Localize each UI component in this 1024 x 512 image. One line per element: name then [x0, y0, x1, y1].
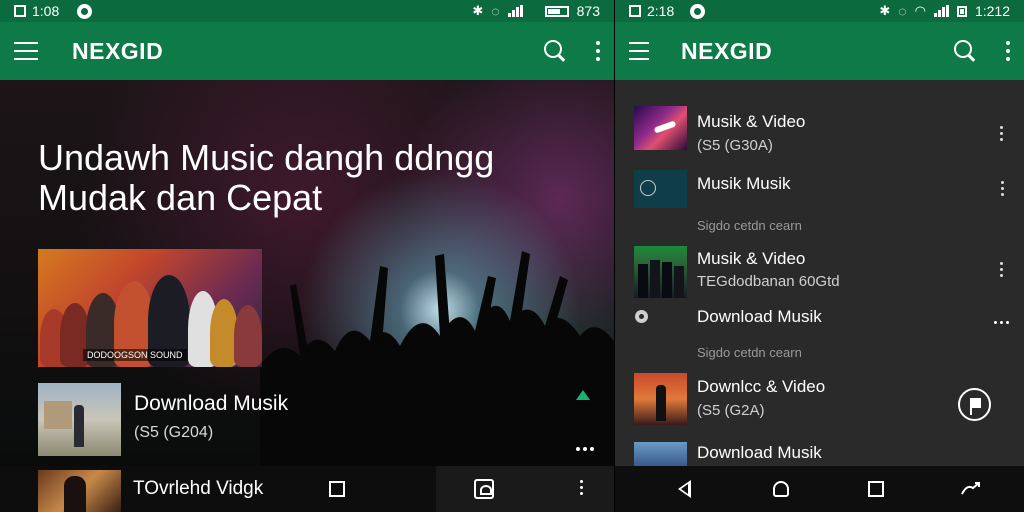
arrow-up-icon[interactable] [576, 390, 590, 400]
battery-level: 1:212 [974, 3, 1010, 19]
app-bar: NEXGID [0, 22, 614, 80]
bluetooth-icon: ✱ [472, 3, 484, 18]
bottom-bar: TOvrlehd Vidgk [0, 466, 614, 512]
row-subtitle: (S5 (G204) [134, 424, 214, 441]
list-item-title[interactable]: Musik Musik [697, 174, 791, 194]
home-icon[interactable] [773, 481, 789, 497]
list-item-subtitle: (S5 (G2A) [697, 402, 765, 419]
navigation-bar [615, 466, 1024, 512]
brand-logo: NEXGID [72, 37, 164, 64]
row-title[interactable]: Download Musik [134, 392, 288, 416]
status-bar: 1:08 ✱ ◌ 873 [0, 0, 614, 22]
video-thumbnail[interactable] [38, 470, 121, 512]
more-horiz-icon[interactable] [994, 321, 1009, 324]
video-thumbnail[interactable] [38, 383, 121, 456]
featured-video-thumbnail[interactable]: DODOOGSON SOUND [38, 249, 262, 367]
back-icon[interactable] [678, 480, 691, 498]
alarm-icon: ◌ [898, 3, 907, 19]
battery-level: 873 [576, 3, 600, 19]
more-vert-icon[interactable] [1006, 41, 1010, 61]
right-screen: 2:18 ✱ ◌ ◠ 1:212 NEXGID Musik & Video (S… [615, 0, 1024, 512]
notification-icon [629, 5, 641, 17]
list-item-meta: Sigdo cetdn cearn [697, 345, 802, 360]
left-screen: 1:08 ✱ ◌ 873 NEXGID Undawh Music dangh d… [0, 0, 614, 512]
list-item-meta: Sigdo cetdn cearn [697, 218, 802, 233]
share-icon[interactable] [961, 482, 981, 496]
menu-icon[interactable] [629, 42, 649, 60]
more-vert-icon[interactable] [1000, 262, 1004, 277]
signal-icon [933, 5, 949, 17]
list-item-title[interactable]: Download Musik [697, 307, 822, 327]
battery-icon [956, 5, 967, 17]
list-item-thumbnail[interactable] [634, 442, 687, 466]
row-title[interactable]: TOvrlehd Vidgk [133, 478, 263, 500]
list-item-title[interactable]: Downlcc & Video [697, 377, 825, 397]
menu-icon[interactable] [14, 42, 38, 60]
wifi-icon: ◠ [914, 3, 926, 18]
status-time: 2:18 [647, 3, 675, 19]
list-item-subtitle: (S5 (G30A) [697, 137, 773, 154]
more-vert-icon[interactable] [1000, 126, 1004, 141]
signal-icon [507, 5, 523, 17]
app-bar: NEXGID [615, 22, 1024, 80]
status-bar: 2:18 ✱ ◌ ◠ 1:212 [615, 0, 1024, 22]
list-item-thumbnail[interactable] [634, 106, 687, 150]
status-time: 1:08 [32, 3, 60, 19]
app-notification-icon [690, 3, 706, 19]
search-icon[interactable] [544, 40, 566, 62]
brand-logo: NEXGID [681, 37, 773, 64]
battery-icon [544, 5, 569, 17]
disc-icon [635, 310, 648, 323]
thumbnail-caption: DODOOGSON SOUND [83, 349, 187, 361]
hero-title: Undawh Music dangh ddngg Mudak dan Cepat [38, 137, 495, 218]
overview-icon[interactable] [868, 481, 884, 497]
more-vert-icon[interactable] [596, 41, 600, 61]
bluetooth-icon: ✱ [879, 3, 891, 18]
overview-icon[interactable] [329, 481, 345, 497]
list-item-title[interactable]: Download Musik [697, 443, 822, 463]
notification-icon [14, 5, 26, 17]
more-horiz-icon[interactable] [576, 447, 594, 451]
app-notification-icon [77, 3, 93, 19]
list-item-title[interactable]: Musik & Video [697, 249, 805, 269]
list-item-thumbnail[interactable] [634, 246, 687, 298]
more-vert-icon[interactable] [580, 480, 584, 495]
bookmark-icon[interactable] [474, 479, 494, 499]
list-item-thumbnail[interactable] [634, 170, 687, 208]
more-vert-icon[interactable] [1001, 181, 1005, 196]
search-icon[interactable] [954, 40, 976, 62]
list-item-subtitle: TEGdodbanan 60Gtd [697, 273, 840, 290]
list-item-thumbnail[interactable] [634, 373, 687, 425]
alarm-icon: ◌ [491, 3, 500, 19]
flag-icon[interactable] [958, 388, 991, 421]
list-item-title[interactable]: Musik & Video [697, 112, 805, 132]
concert-crowd-image [260, 251, 614, 466]
